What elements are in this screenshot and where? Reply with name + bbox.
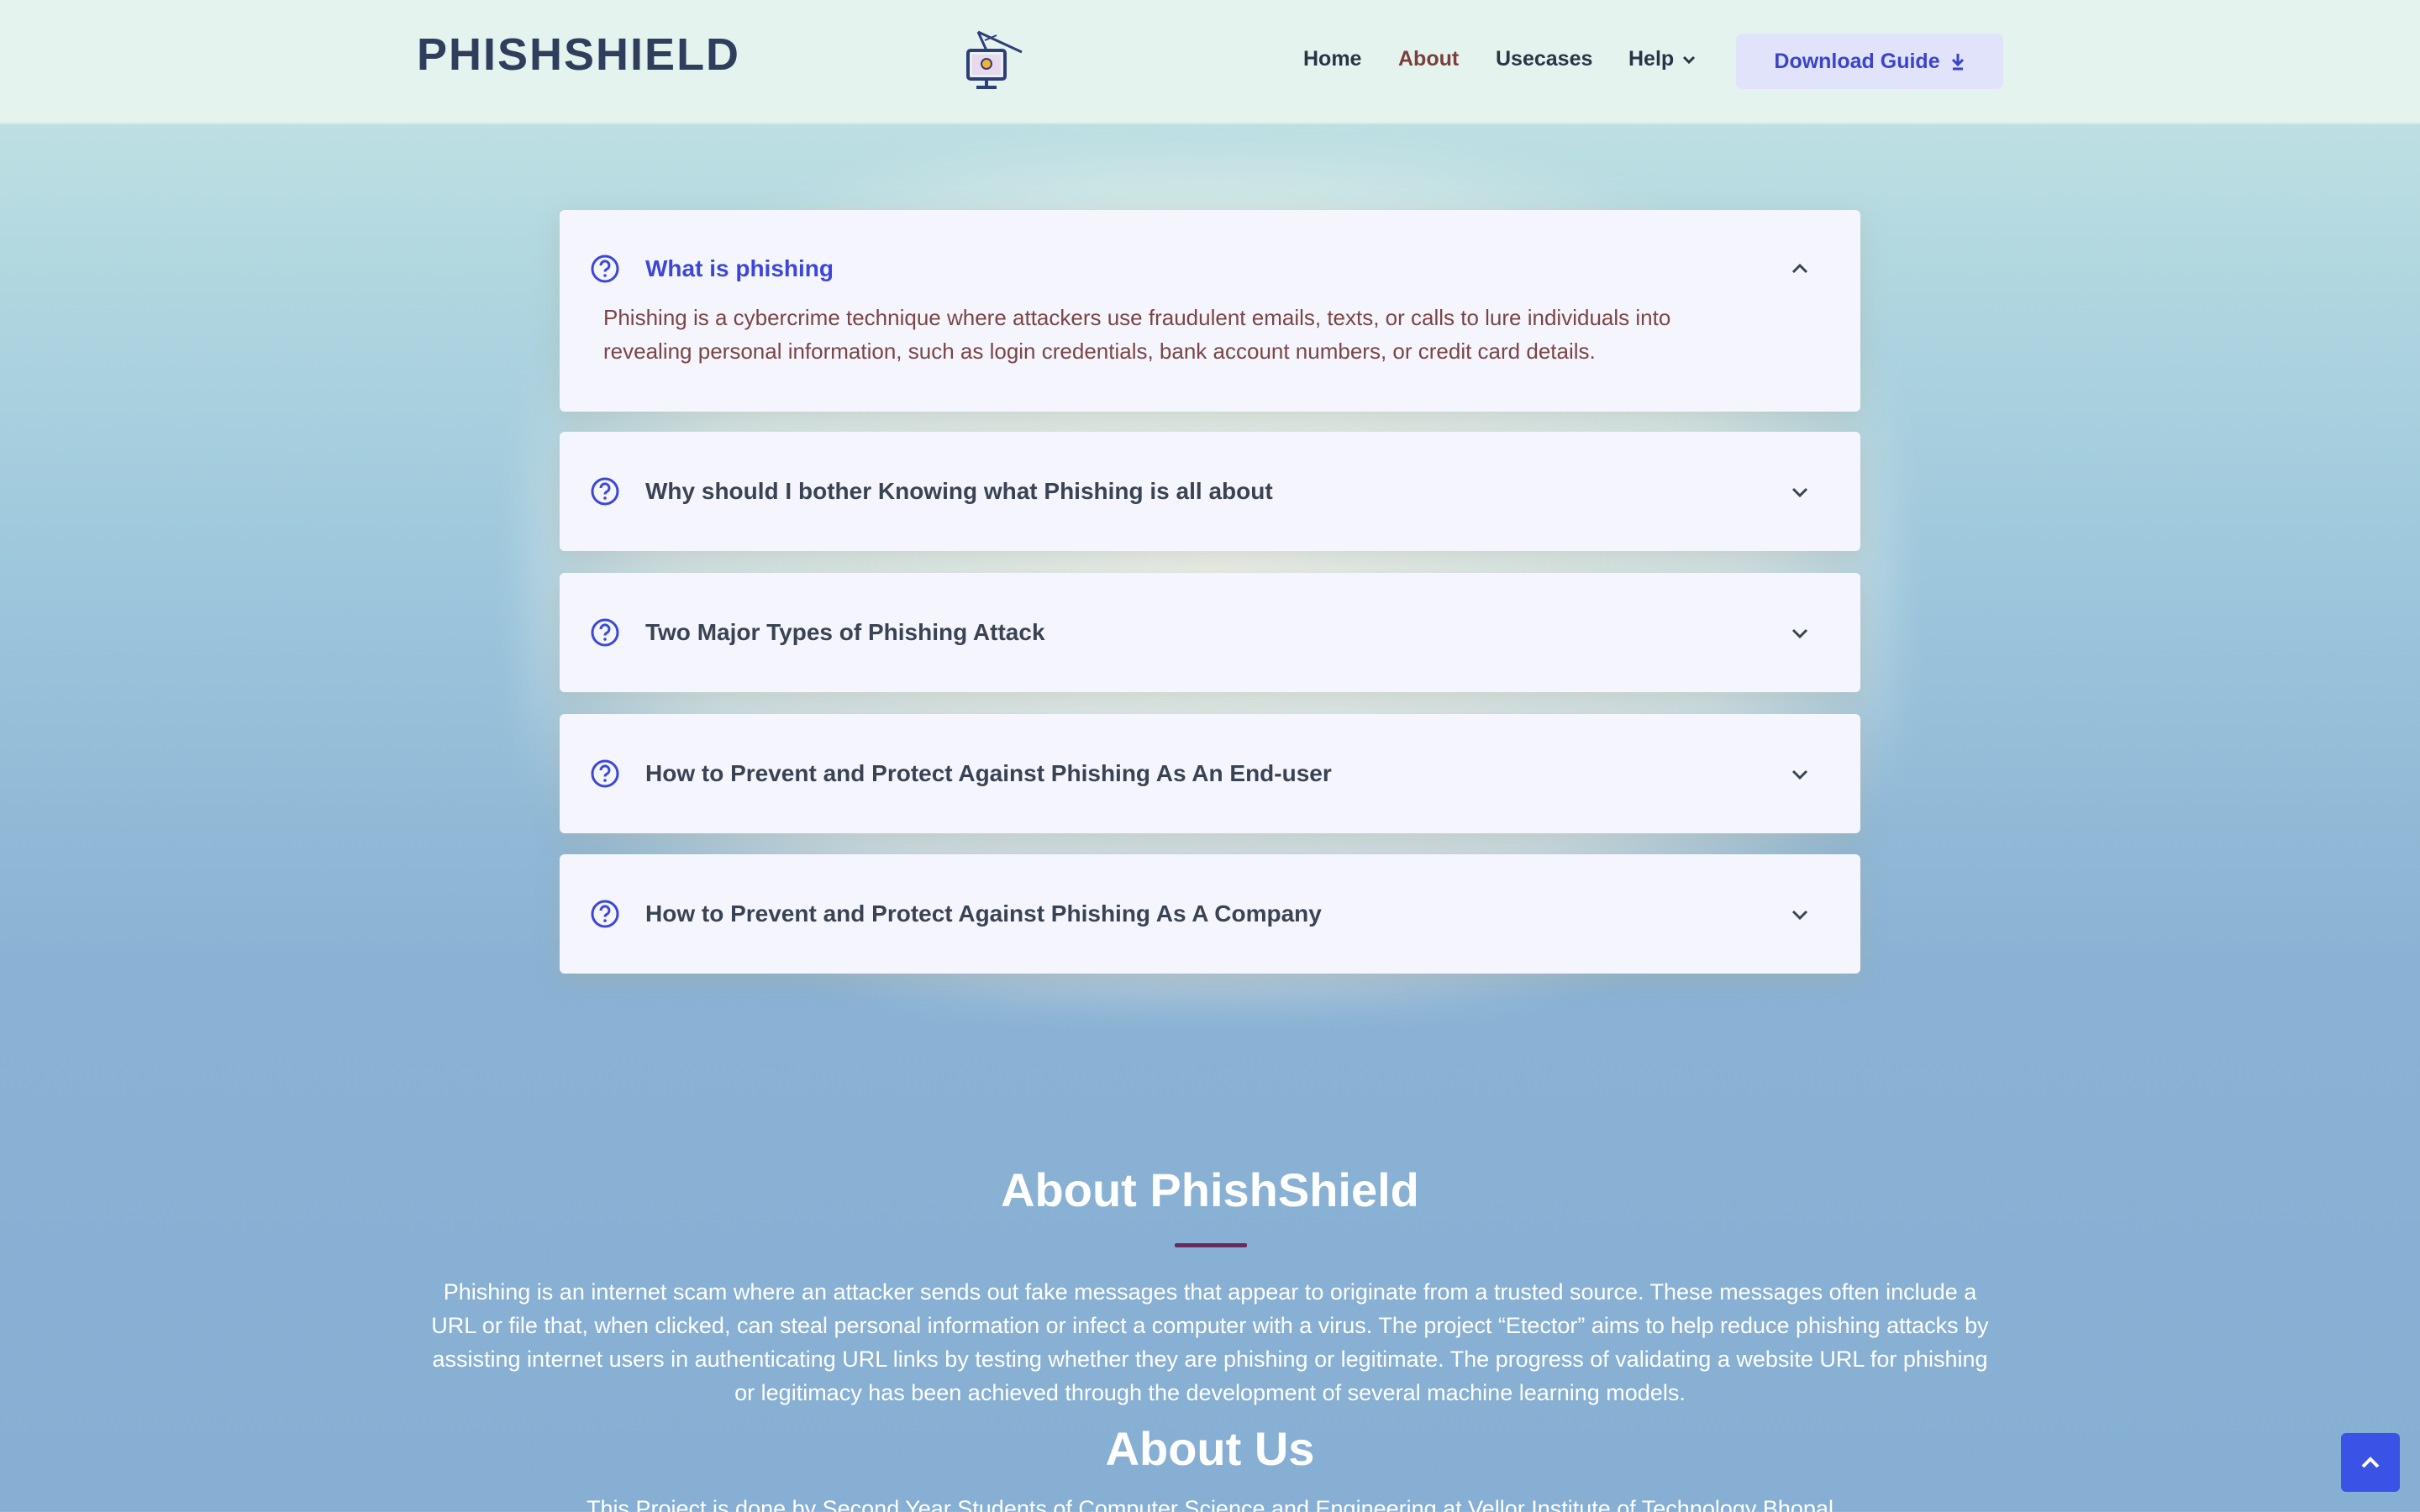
about-us-title: About Us bbox=[1105, 1422, 1315, 1475]
faq-answer-line: revealing personal information, such as … bbox=[603, 339, 1596, 364]
question-circle-icon bbox=[591, 900, 619, 928]
site-header: PHISHSHIELD Home About Usecases Help Dow… bbox=[0, 0, 2420, 124]
chevron-down-icon bbox=[1791, 628, 1808, 639]
download-guide-label: Download Guide bbox=[1774, 49, 1940, 73]
nav-usecases[interactable]: Usecases bbox=[1496, 47, 1592, 71]
faq-answer: Phishing is a cybercrime technique where… bbox=[603, 301, 1813, 368]
download-arrow-icon bbox=[1951, 54, 1964, 71]
faq-item-why-bother: Why should I bother Knowing what Phishin… bbox=[560, 432, 1860, 551]
about-description: Phishing is an internet scam where an at… bbox=[417, 1275, 2003, 1410]
faq-question: How to Prevent and Protect Against Phish… bbox=[645, 900, 1322, 927]
nav-about[interactable]: About bbox=[1398, 47, 1459, 71]
chevron-down-icon bbox=[1791, 910, 1808, 921]
computer-satellite-icon bbox=[966, 30, 1023, 89]
question-circle-icon bbox=[591, 618, 619, 647]
chevron-up-icon bbox=[1791, 263, 1808, 274]
faq-item-prevent-company: How to Prevent and Protect Against Phish… bbox=[560, 854, 1860, 974]
faq-toggle-prevent-end-user[interactable]: How to Prevent and Protect Against Phish… bbox=[560, 714, 1860, 833]
question-circle-icon bbox=[591, 477, 619, 506]
about-line: assisting internet users in authenticati… bbox=[432, 1347, 1988, 1372]
faq-answer-line: Phishing is a cybercrime technique where… bbox=[603, 305, 1671, 330]
about-line: URL or file that, when clicked, can stea… bbox=[431, 1313, 1989, 1338]
about-title: About PhishShield bbox=[1001, 1163, 1419, 1216]
about-us-text: This Project is done by Second Year Stud… bbox=[587, 1496, 1833, 1512]
faq-item-what-is-phishing: What is phishing Phishing is a cybercrim… bbox=[560, 210, 1860, 412]
section-divider bbox=[1175, 1243, 1247, 1247]
question-circle-icon bbox=[591, 759, 619, 788]
nav-help-label: Help bbox=[1628, 47, 1675, 71]
scroll-to-top-button[interactable] bbox=[2341, 1433, 2400, 1492]
question-circle-icon bbox=[591, 255, 619, 283]
nav-home[interactable]: Home bbox=[1303, 47, 1361, 71]
about-line: Phishing is an internet scam where an at… bbox=[443, 1279, 1977, 1305]
about-line: or legitimacy has been achieved through … bbox=[734, 1380, 1686, 1405]
faq-toggle-two-types[interactable]: Two Major Types of Phishing Attack bbox=[560, 573, 1860, 692]
faq-question: Two Major Types of Phishing Attack bbox=[645, 619, 1045, 645]
faq-toggle-why-bother[interactable]: Why should I bother Knowing what Phishin… bbox=[560, 432, 1860, 551]
faq-item-prevent-end-user: How to Prevent and Protect Against Phish… bbox=[560, 714, 1860, 833]
chevron-up-icon bbox=[2361, 1457, 2380, 1468]
brand-name[interactable]: PHISHSHIELD bbox=[417, 29, 740, 81]
faq-question: How to Prevent and Protect Against Phish… bbox=[645, 760, 1332, 786]
nav-help[interactable]: Help bbox=[1628, 47, 1696, 71]
chevron-down-icon bbox=[1791, 769, 1808, 780]
chevron-down-icon bbox=[1683, 55, 1696, 65]
faq-toggle-prevent-company[interactable]: How to Prevent and Protect Against Phish… bbox=[560, 854, 1860, 974]
faq-question: Why should I bother Knowing what Phishin… bbox=[645, 478, 1273, 504]
chevron-down-icon bbox=[1791, 487, 1808, 498]
faq-question: What is phishing bbox=[645, 255, 834, 281]
faq-item-two-types: Two Major Types of Phishing Attack bbox=[560, 573, 1860, 692]
download-guide-button[interactable]: Download Guide bbox=[1736, 34, 2003, 89]
